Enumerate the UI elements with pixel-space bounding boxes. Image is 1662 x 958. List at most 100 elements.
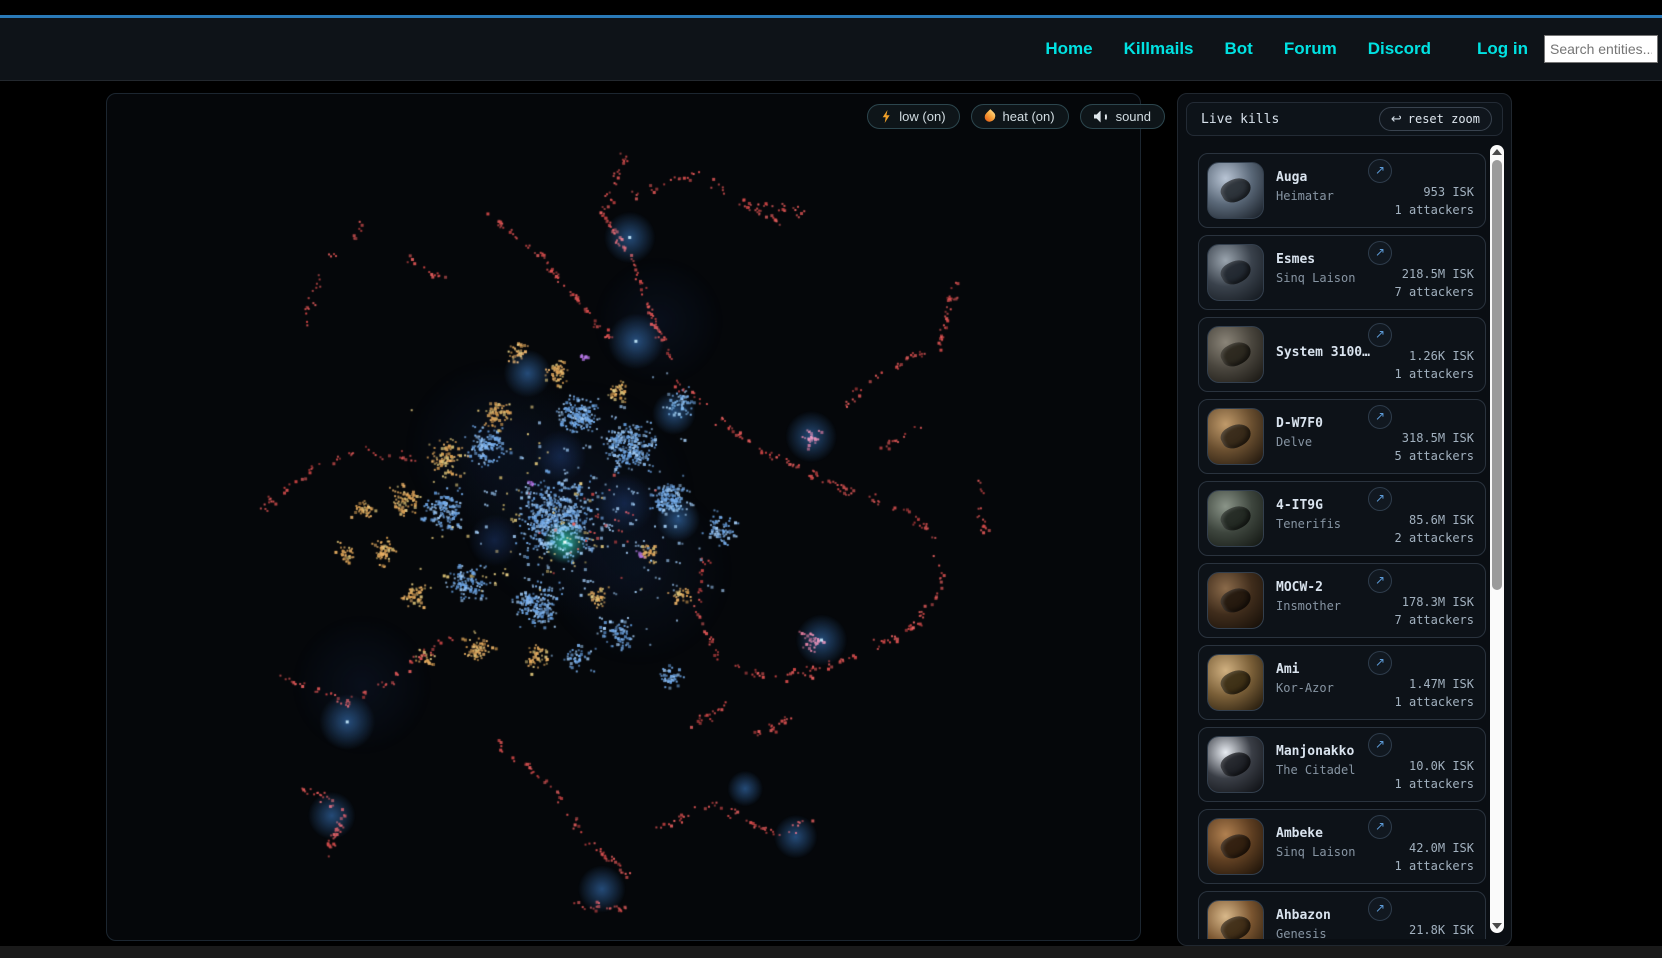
kill-system-name: 4-IT9G [1276,498,1323,513]
kill-card[interactable]: 4-IT9GTenerifis85.6M ISK2 attackers↗ [1198,481,1486,556]
kill-system-name: Manjonakko [1276,744,1354,759]
scrollbar-thumb[interactable] [1492,160,1502,590]
kill-region: Kor-Azor [1276,681,1334,695]
ship-silhouette [1218,173,1255,207]
kill-region: Delve [1276,435,1312,449]
kill-attackers-count: 1 attackers [1395,777,1474,791]
kill-map-canvas[interactable] [107,94,1138,938]
live-kills-sidebar: Live kills ↩ reset zoom Auga Heimatar 953 … [1177,93,1512,946]
open-killmail-button[interactable]: ↗ [1368,159,1392,183]
scrollbar-down-arrow-icon[interactable] [1492,923,1502,929]
open-killmail-button[interactable]: ↗ [1368,487,1392,511]
ship-silhouette [1218,665,1255,699]
ship-thumbnail [1207,490,1264,547]
kill-isk-value: 10.0K ISK [1409,759,1474,773]
search-input[interactable] [1544,35,1658,63]
nav-item-home[interactable]: Home [1045,39,1092,59]
ship-silhouette [1218,337,1255,371]
kill-system-name: System 3100… [1276,345,1370,360]
kill-region: Heimatar [1276,189,1334,203]
kill-card[interactable]: Esmes Sinq Laison 218.5M ISK 7 attackers ↗ [1198,235,1486,310]
flame-icon [982,109,997,124]
ship-thumbnail [1207,654,1264,711]
open-killmail-button[interactable]: ↗ [1368,815,1392,839]
map-button-low[interactable]: low (on) [867,104,959,129]
kill-isk-value: 953 ISK [1423,185,1474,199]
ship-silhouette [1218,747,1255,781]
kill-card[interactable]: D-W7F0 Delve 318.5M ISK 5 attackers ↗ [1198,399,1486,474]
kill-card[interactable]: Auga Heimatar 953 ISK 1 attackers ↗ [1198,153,1486,228]
nav-item-discord[interactable]: Discord [1368,39,1431,59]
kill-attackers-count: 5 attackers [1395,449,1474,463]
kill-attackers-count: 7 attackers [1395,285,1474,299]
reset-zoom-label: reset zoom [1408,112,1480,126]
nav-item-killmails[interactable]: Killmails [1124,39,1194,59]
kill-isk-value: 218.5M ISK [1402,267,1474,281]
ship-thumbnail [1207,572,1264,629]
map-button-label: heat (on) [1003,109,1055,124]
kill-region: Sinq Laison [1276,271,1355,285]
map-button-heat[interactable]: heat (on) [971,104,1069,129]
scrollbar[interactable] [1490,145,1504,933]
kill-attackers-count: 1 attackers [1395,203,1474,217]
speaker-icon [1094,111,1108,123]
kill-system-name: Esmes [1276,252,1315,267]
nav-links: Home Killmails Bot Forum Discord [1045,39,1431,59]
open-killmail-button[interactable]: ↗ [1368,241,1392,265]
scrollbar-up-arrow-icon[interactable] [1492,149,1502,155]
kill-isk-value: 21.8K ISK [1409,923,1474,937]
sidebar-header: Live kills ↩ reset zoom [1186,102,1503,136]
map-button-label: sound [1116,109,1151,124]
open-killmail-button[interactable]: ↗ [1368,405,1392,429]
kill-system-name: D-W7F0 [1276,416,1323,431]
kill-region: Genesis [1276,927,1327,939]
kill-system-name: Ambeke [1276,826,1323,841]
kill-region: Tenerifis [1276,517,1341,531]
login-link[interactable]: Log in [1477,39,1528,59]
kill-attackers-count: 1 attackers [1395,695,1474,709]
map-button-label: low (on) [899,109,945,124]
kill-card[interactable]: AhbazonGenesis21.8K ISK1 attackers↗ [1198,891,1486,939]
kill-list: Auga Heimatar 953 ISK 1 attackers ↗ Esmes Sinq… [1198,153,1486,939]
reset-zoom-button[interactable]: ↩ reset zoom [1379,107,1492,131]
kill-attackers-count: 1 attackers [1395,859,1474,873]
kill-system-name: Ami [1276,662,1299,677]
navbar: Home Killmails Bot Forum Discord Log in [0,18,1662,81]
kill-card[interactable]: AmbekeSinq Laison42.0M ISK1 attackers↗ [1198,809,1486,884]
open-killmail-button[interactable]: ↗ [1368,897,1392,921]
kill-attackers-count: 1 attackers [1395,367,1474,381]
nav-item-forum[interactable]: Forum [1284,39,1337,59]
kill-map-panel [106,93,1141,941]
kill-attackers-count: 7 attackers [1395,613,1474,627]
ship-thumbnail [1207,900,1264,939]
kill-isk-value: 318.5M ISK [1402,431,1474,445]
ship-silhouette [1218,501,1255,535]
nav-item-bot[interactable]: Bot [1225,39,1253,59]
ship-silhouette [1218,829,1255,863]
footer-strip [0,946,1662,958]
open-killmail-button[interactable]: ↗ [1368,651,1392,675]
open-killmail-button[interactable]: ↗ [1368,569,1392,593]
kill-isk-value: 1.26K ISK [1409,349,1474,363]
kill-system-name: Auga [1276,170,1307,185]
ship-thumbnail [1207,162,1264,219]
ship-thumbnail [1207,244,1264,301]
kill-isk-value: 85.6M ISK [1409,513,1474,527]
kill-region: The Citadel [1276,763,1355,777]
ship-thumbnail [1207,326,1264,383]
kill-isk-value: 1.47M ISK [1409,677,1474,691]
kill-card[interactable]: Ami Kor-Azor 1.47M ISK 1 attackers ↗ [1198,645,1486,720]
reset-zoom-icon: ↩ [1391,112,1402,127]
ship-thumbnail [1207,818,1264,875]
bolt-icon [881,110,891,123]
kill-card[interactable]: MOCW-2 Insmother 178.3M ISK 7 attackers ↗ [1198,563,1486,638]
kill-card[interactable]: Manjonakko The Citadel 10.0K ISK 1 attacker… [1198,727,1486,802]
open-killmail-button[interactable]: ↗ [1368,323,1392,347]
kill-system-name: MOCW-2 [1276,580,1323,595]
kill-isk-value: 178.3M ISK [1402,595,1474,609]
map-toggle-buttons: low (on) heat (on) sound [0,104,1165,129]
kill-card[interactable]: System 3100… 1.26K ISK 1 attackers ↗ [1198,317,1486,392]
open-killmail-button[interactable]: ↗ [1368,733,1392,757]
kill-region: Insmother [1276,599,1341,613]
map-button-sound[interactable]: sound [1080,104,1165,129]
